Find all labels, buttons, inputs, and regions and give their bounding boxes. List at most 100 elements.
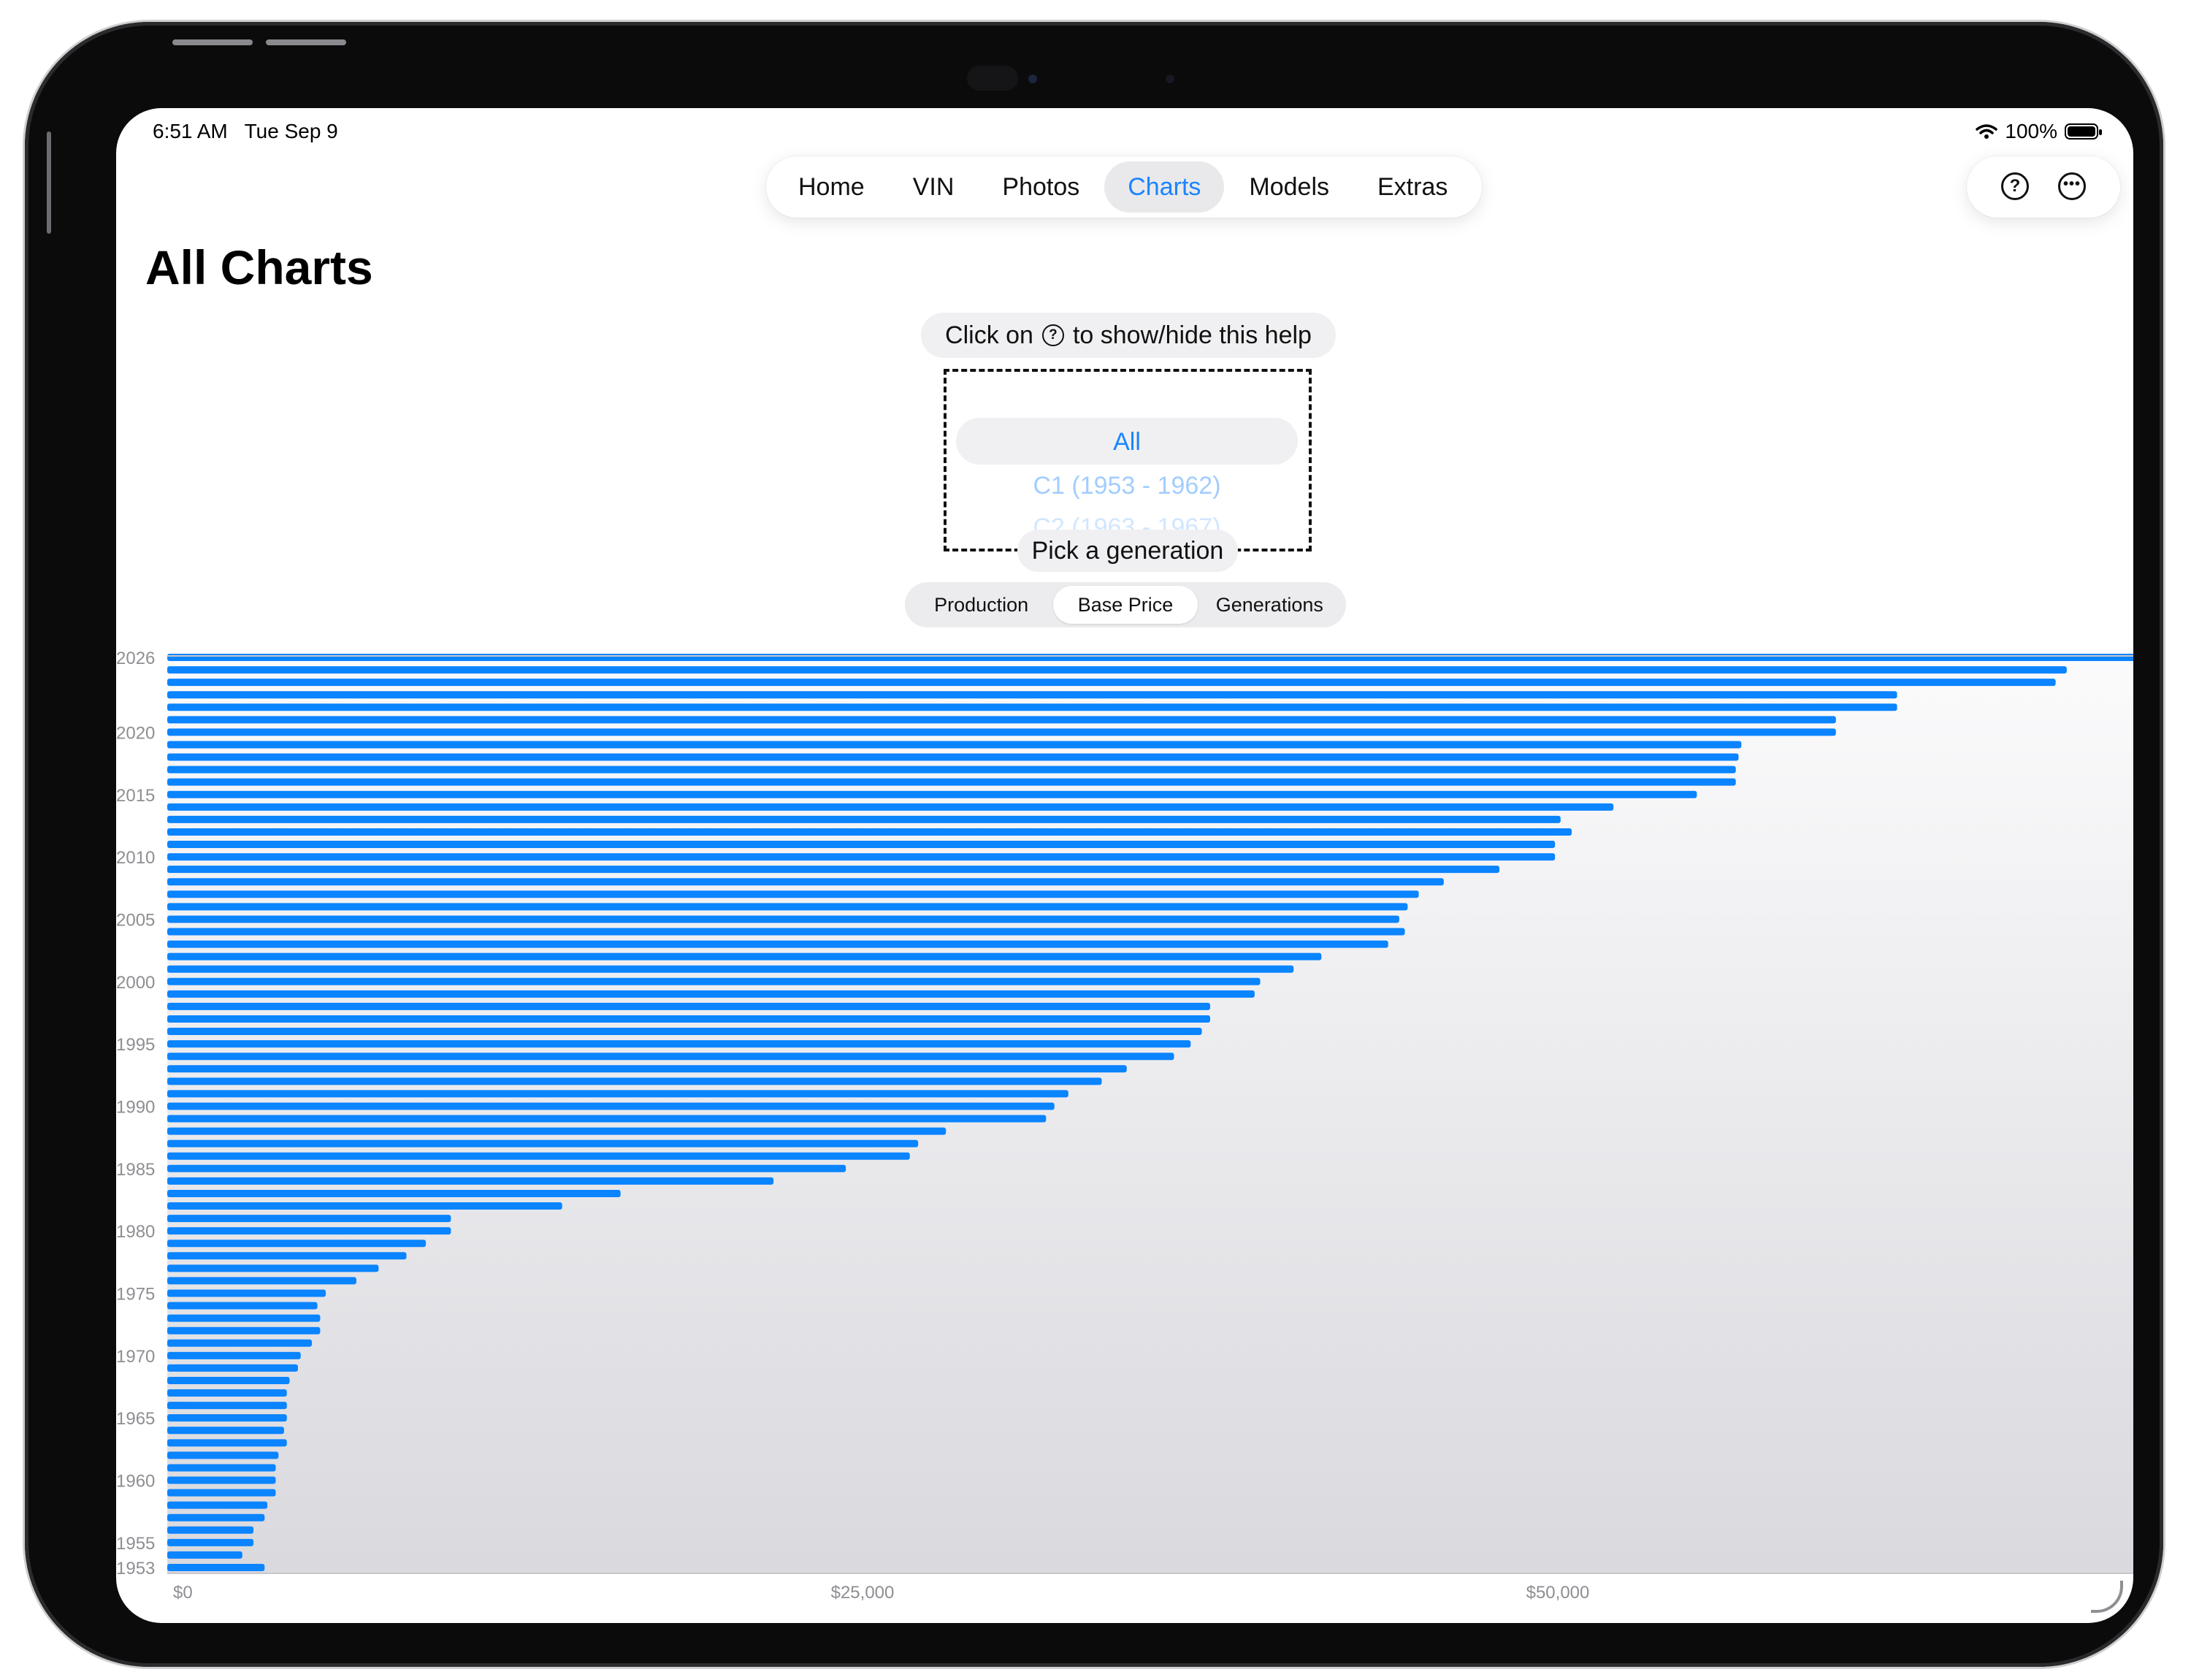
bar-1983 bbox=[167, 1189, 621, 1197]
bar-1953 bbox=[167, 1564, 265, 1571]
segment-generations[interactable]: Generations bbox=[1198, 586, 1342, 624]
bar-1993 bbox=[167, 1065, 1127, 1073]
bar-1992 bbox=[167, 1077, 1102, 1085]
bar-1958 bbox=[167, 1501, 268, 1509]
bar-1978 bbox=[167, 1252, 407, 1260]
bar-1963 bbox=[167, 1439, 287, 1447]
y-tick-label: 1953 bbox=[116, 1559, 155, 1578]
battery-percent: 100% bbox=[2005, 120, 2057, 142]
bar-2009 bbox=[167, 866, 1500, 874]
x-tick-label: $0 bbox=[173, 1583, 193, 1603]
bar-1956 bbox=[167, 1526, 254, 1534]
bar-1977 bbox=[167, 1264, 379, 1272]
bar-2012 bbox=[167, 828, 1572, 836]
bar-2000 bbox=[167, 977, 1261, 985]
volume-button bbox=[266, 39, 346, 45]
bar-2010 bbox=[167, 853, 1556, 861]
tab-photos[interactable]: Photos bbox=[979, 161, 1103, 213]
picker-option[interactable]: C1 (1953 - 1962) bbox=[956, 472, 1298, 500]
bar-1959 bbox=[167, 1489, 276, 1497]
y-tick-label: 1970 bbox=[116, 1347, 155, 1367]
y-tick-label: 2000 bbox=[116, 973, 155, 993]
bar-1974 bbox=[167, 1302, 318, 1310]
bar-1966 bbox=[167, 1402, 287, 1410]
app-screen: 6:51 AM Tue Sep 9 100% Home VIN Photos Char… bbox=[116, 108, 2133, 1623]
bar-2005 bbox=[167, 915, 1399, 923]
page-title: All Charts bbox=[145, 240, 373, 294]
bar-1980 bbox=[167, 1227, 451, 1235]
bar-1982 bbox=[167, 1202, 562, 1210]
bar-2013 bbox=[167, 815, 1561, 823]
bar-1989 bbox=[167, 1115, 1047, 1123]
bar-1986 bbox=[167, 1152, 910, 1160]
y-tick-label: 1980 bbox=[116, 1222, 155, 1242]
tab-charts[interactable]: Charts bbox=[1104, 161, 1225, 213]
picker-option-selected[interactable]: All bbox=[956, 428, 1298, 457]
y-tick-label: 2015 bbox=[116, 786, 155, 806]
y-tick-label: 2010 bbox=[116, 848, 155, 868]
segment-production[interactable]: Production bbox=[909, 586, 1053, 624]
bar-2014 bbox=[167, 803, 1614, 811]
bar-1994 bbox=[167, 1053, 1174, 1061]
x-tick-label: $25,000 bbox=[831, 1583, 895, 1603]
tab-bar: Home VIN Photos Charts Models Extras bbox=[766, 156, 1482, 218]
bar-1996 bbox=[167, 1028, 1202, 1036]
bar-2015 bbox=[167, 790, 1697, 798]
bar-1967 bbox=[167, 1389, 287, 1397]
bar-1999 bbox=[167, 990, 1255, 998]
toolbar-pill: ? ••• bbox=[1967, 156, 2120, 218]
bar-1972 bbox=[167, 1326, 321, 1335]
question-circle-icon[interactable]: ? bbox=[2001, 172, 2029, 200]
help-text-before: Click on bbox=[945, 321, 1033, 349]
tab-models[interactable]: Models bbox=[1225, 161, 1353, 213]
picker-label: Pick a generation bbox=[1017, 530, 1238, 572]
bar-2023 bbox=[167, 691, 1897, 699]
status-time: 6:51 AM Tue Sep 9 bbox=[153, 120, 338, 143]
bar-1968 bbox=[167, 1376, 290, 1384]
bar-1990 bbox=[167, 1102, 1055, 1110]
tab-extras[interactable]: Extras bbox=[1354, 161, 1471, 213]
y-tick-label: 2026 bbox=[116, 649, 155, 668]
bar-1955 bbox=[167, 1538, 254, 1546]
y-tick-label: 2020 bbox=[116, 723, 155, 743]
bar-1961 bbox=[167, 1464, 276, 1472]
bar-2021 bbox=[167, 716, 1836, 724]
camera-housing bbox=[967, 66, 1018, 91]
bar-2022 bbox=[167, 703, 1897, 711]
segment-base-price[interactable]: Base Price bbox=[1053, 586, 1198, 624]
bar-1960 bbox=[167, 1476, 276, 1484]
bar-1954 bbox=[167, 1551, 242, 1559]
status-date: Tue Sep 9 bbox=[244, 120, 338, 142]
bar-1971 bbox=[167, 1339, 313, 1347]
ellipsis-circle-icon[interactable]: ••• bbox=[2058, 172, 2086, 200]
bar-2019 bbox=[167, 741, 1742, 749]
help-banner: Click on ? to show/hide this help bbox=[921, 313, 1336, 358]
volume-button bbox=[172, 39, 253, 45]
bar-1997 bbox=[167, 1015, 1210, 1023]
status-indicators: 100% bbox=[1976, 120, 2102, 143]
bar-2016 bbox=[167, 778, 1736, 786]
bar-2020 bbox=[167, 728, 1836, 736]
bar-2001 bbox=[167, 965, 1294, 973]
bar-1970 bbox=[167, 1351, 301, 1359]
battery-icon bbox=[2065, 123, 2102, 140]
device-frame: 6:51 AM Tue Sep 9 100% Home VIN Photos Char… bbox=[25, 22, 2163, 1667]
status-clock: 6:51 AM bbox=[153, 120, 228, 142]
bar-1991 bbox=[167, 1090, 1068, 1098]
bar-2017 bbox=[167, 765, 1736, 774]
chart-type-segmented-control: Production Base Price Generations bbox=[905, 582, 1346, 627]
bar-2008 bbox=[167, 878, 1444, 886]
bar-2026 bbox=[167, 654, 2133, 661]
tab-vin[interactable]: VIN bbox=[890, 161, 978, 213]
bar-1985 bbox=[167, 1164, 846, 1172]
bar-1979 bbox=[167, 1240, 427, 1248]
sensor bbox=[1166, 75, 1174, 83]
y-tick-label: 1985 bbox=[116, 1160, 155, 1180]
base-price-chart: 2026 2020 2015 2010 2005 2000 1995 1990 1985 1980… bbox=[116, 634, 2133, 1623]
y-tick-label: 1975 bbox=[116, 1284, 155, 1304]
bar-1976 bbox=[167, 1277, 356, 1285]
bar-2003 bbox=[167, 940, 1388, 948]
tab-home[interactable]: Home bbox=[775, 161, 888, 213]
bar-chart-svg: 2026 2020 2015 2010 2005 2000 1995 1990 1985 1980… bbox=[116, 649, 2133, 1603]
bar-1987 bbox=[167, 1139, 919, 1148]
